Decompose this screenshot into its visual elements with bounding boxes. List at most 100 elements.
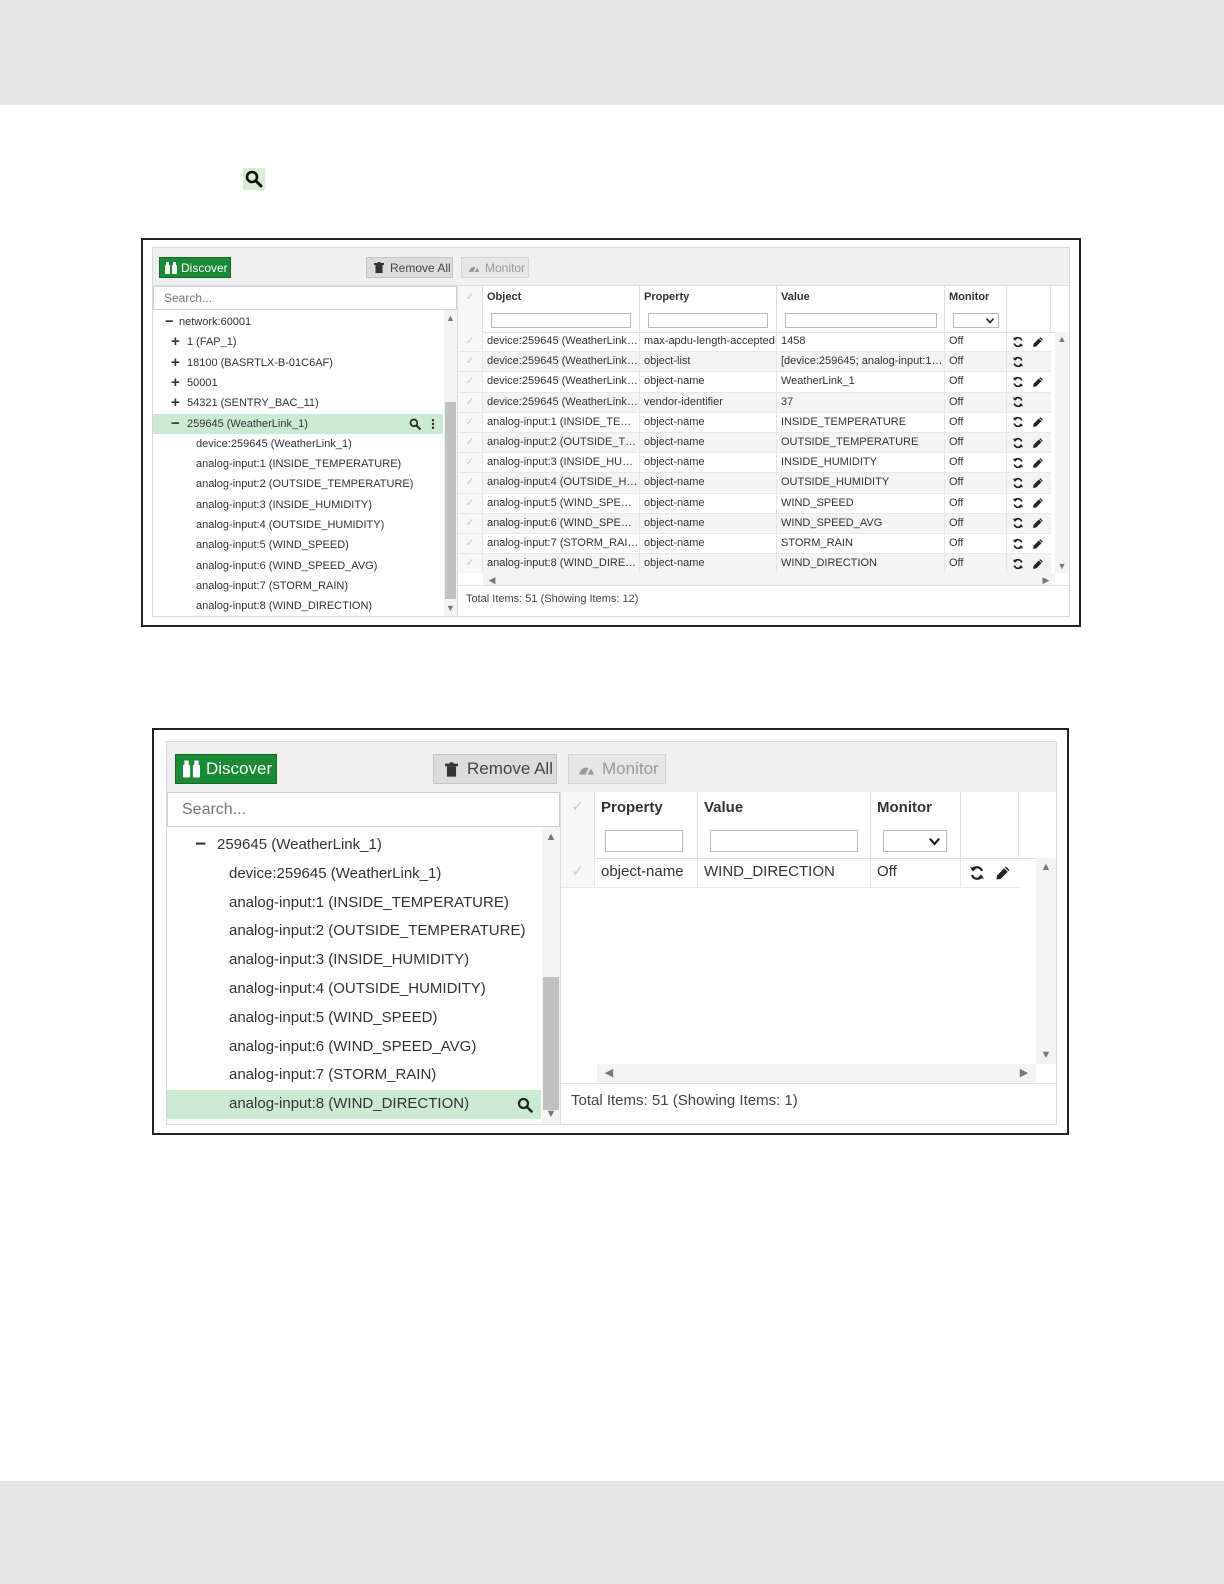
table-row[interactable]: ✓ analog-input:7 (STORM_RAIN) object-name S… <box>458 534 1051 555</box>
grid-scroll-left-arrow[interactable]: ◀ <box>603 1068 615 1079</box>
property-filter-input[interactable] <box>605 830 683 852</box>
row-checkbox[interactable]: ✓ <box>458 554 483 573</box>
refresh-icon[interactable] <box>1012 457 1024 469</box>
column-header-property[interactable]: Property <box>640 286 777 332</box>
row-checkbox[interactable]: ✓ <box>561 858 595 887</box>
expand-icon[interactable]: + <box>171 393 180 413</box>
tree-search-input[interactable] <box>153 286 457 310</box>
refresh-icon[interactable] <box>1012 517 1024 529</box>
column-header-monitor[interactable]: Monitor <box>945 286 1007 332</box>
property-filter-input[interactable] <box>648 313 768 328</box>
collapse-icon[interactable]: − <box>171 414 180 434</box>
search-icon[interactable] <box>409 418 421 430</box>
grid-scroll-down-arrow[interactable]: ▼ <box>1036 1050 1056 1061</box>
tree-node[interactable]: +18100 (BASRTLX-B-01C6AF) <box>153 353 443 373</box>
grid-scroll-right-arrow[interactable]: ▶ <box>1041 575 1051 585</box>
refresh-icon[interactable] <box>1012 497 1024 509</box>
pencil-icon[interactable] <box>1032 457 1044 469</box>
tree-node[interactable]: −259645 (WeatherLink_1) <box>167 831 541 860</box>
row-checkbox[interactable]: ✓ <box>458 412 483 432</box>
tree-scrollbar[interactable]: ▲ ▼ <box>444 310 457 616</box>
column-header-property[interactable]: Property <box>595 792 698 858</box>
row-checkbox[interactable]: ✓ <box>458 392 483 412</box>
table-row[interactable]: ✓ analog-input:3 (INSIDE_HUMIDI… object-na… <box>458 453 1051 474</box>
tree-node[interactable]: analog-input:2 (OUTSIDE_TEMPERATURE) <box>153 474 443 494</box>
column-header-object[interactable]: Object <box>483 286 640 332</box>
table-row[interactable]: ✓ device:259645 (WeatherLink_1) max-apdu-l… <box>458 332 1051 353</box>
scroll-down-arrow[interactable]: ▼ <box>542 1109 560 1120</box>
table-row[interactable]: ✓ device:259645 (WeatherLink_1) object-nam… <box>458 372 1051 393</box>
tree-node[interactable]: analog-input:2 (OUTSIDE_TEMPERATURE) <box>167 917 541 946</box>
expand-icon[interactable]: + <box>171 373 180 393</box>
refresh-icon[interactable] <box>1012 356 1024 368</box>
pencil-icon[interactable] <box>1032 538 1044 550</box>
tree-scrollbar[interactable]: ▲ ▼ <box>542 827 560 1124</box>
remove-all-button[interactable]: Remove All <box>433 754 557 784</box>
monitor-filter-select[interactable] <box>883 830 947 852</box>
grid-horizontal-scrollbar[interactable]: ◀ ▶ <box>597 1064 1036 1082</box>
refresh-icon[interactable] <box>1012 558 1024 570</box>
row-checkbox[interactable]: ✓ <box>458 534 483 554</box>
tree-node[interactable]: analog-input:5 (WIND_SPEED) <box>153 535 443 555</box>
select-all-checkbox[interactable]: ✓ <box>458 286 483 332</box>
tree-node[interactable]: −259645 (WeatherLink_1) <box>153 413 443 434</box>
tree-node[interactable]: analog-input:7 (STORM_RAIN) <box>167 1061 541 1090</box>
row-checkbox[interactable]: ✓ <box>458 513 483 533</box>
row-checkbox[interactable]: ✓ <box>458 352 483 372</box>
tree-node[interactable]: analog-input:7 (STORM_RAIN) <box>153 576 443 596</box>
tree-node[interactable]: analog-input:1 (INSIDE_TEMPERATURE) <box>153 454 443 474</box>
tree-search-input[interactable] <box>167 792 560 827</box>
refresh-icon[interactable] <box>969 865 985 881</box>
table-row[interactable]: ✓analog-input:6 (WIND_SPEED_A…object-nam… <box>458 513 1051 534</box>
tree-node[interactable]: analog-input:4 (OUTSIDE_HUMIDITY) <box>167 975 541 1004</box>
tree-node[interactable]: +1 (FAP_1) <box>153 332 443 352</box>
tree-node[interactable]: analog-input:4 (OUTSIDE_HUMIDITY) <box>153 515 443 535</box>
refresh-icon[interactable] <box>1012 477 1024 489</box>
pencil-icon[interactable] <box>1032 437 1044 449</box>
monitor-button[interactable]: Monitor <box>568 754 666 784</box>
pencil-icon[interactable] <box>1032 336 1044 348</box>
tree-scroll-thumb[interactable] <box>543 977 559 1110</box>
pencil-icon[interactable] <box>1032 497 1044 509</box>
grid-scroll-down-arrow[interactable]: ▼ <box>1055 561 1069 571</box>
grid-scroll-right-arrow[interactable]: ▶ <box>1018 1068 1030 1079</box>
scroll-up-arrow[interactable]: ▲ <box>444 313 457 323</box>
column-header-monitor[interactable]: Monitor <box>871 792 961 858</box>
refresh-icon[interactable] <box>1012 396 1024 408</box>
table-row[interactable]: ✓ analog-input:5 (WIND_SPEED) object-name W… <box>458 493 1051 514</box>
scroll-down-arrow[interactable]: ▼ <box>444 603 457 613</box>
tree-node[interactable]: analog-input:8 (WIND_DIRECTION) <box>153 596 443 616</box>
tree-node[interactable]: analog-input:6 (WIND_SPEED_AVG) <box>167 1033 541 1062</box>
row-checkbox[interactable]: ✓ <box>458 372 483 392</box>
monitor-filter-select[interactable] <box>953 313 999 328</box>
refresh-icon[interactable] <box>1012 437 1024 449</box>
row-checkbox[interactable]: ✓ <box>458 332 483 352</box>
scroll-up-arrow[interactable]: ▲ <box>542 832 560 843</box>
tree-node[interactable]: analog-input:6 (WIND_SPEED_AVG) <box>153 556 443 576</box>
tree-node[interactable]: analog-input:8 (WIND_DIRECTION) <box>167 1090 541 1119</box>
table-row[interactable]: ✓ analog-input:8 (WIND_DIRECTI… object-nam… <box>458 554 1051 573</box>
tree-scroll-thumb[interactable] <box>445 402 456 599</box>
pencil-icon[interactable] <box>1032 558 1044 570</box>
kebab-menu-icon[interactable] <box>427 418 439 430</box>
collapse-icon[interactable]: − <box>195 831 206 860</box>
tree-node[interactable]: analog-input:5 (WIND_SPEED) <box>167 1004 541 1033</box>
monitor-button[interactable]: Monitor <box>461 257 529 278</box>
tree-node[interactable]: analog-input:3 (INSIDE_HUMIDITY) <box>167 946 541 975</box>
refresh-icon[interactable] <box>1012 538 1024 550</box>
column-header-value[interactable]: Value <box>777 286 945 332</box>
pencil-icon[interactable] <box>1032 477 1044 489</box>
tree-node[interactable]: device:259645 (WeatherLink_1) <box>167 860 541 889</box>
collapse-icon[interactable]: − <box>165 312 174 332</box>
refresh-icon[interactable] <box>1012 336 1024 348</box>
row-checkbox[interactable]: ✓ <box>458 493 483 513</box>
value-filter-input[interactable] <box>785 313 937 328</box>
refresh-icon[interactable] <box>1012 416 1024 428</box>
expand-icon[interactable]: + <box>171 353 180 373</box>
search-icon[interactable] <box>517 1097 533 1113</box>
discover-button[interactable]: Discover <box>159 257 231 278</box>
expand-icon[interactable]: + <box>171 332 180 352</box>
tree-node[interactable]: analog-input:3 (INSIDE_HUMIDITY) <box>153 495 443 515</box>
grid-scroll-up-arrow[interactable]: ▲ <box>1036 862 1056 873</box>
discover-button[interactable]: Discover <box>175 754 277 784</box>
